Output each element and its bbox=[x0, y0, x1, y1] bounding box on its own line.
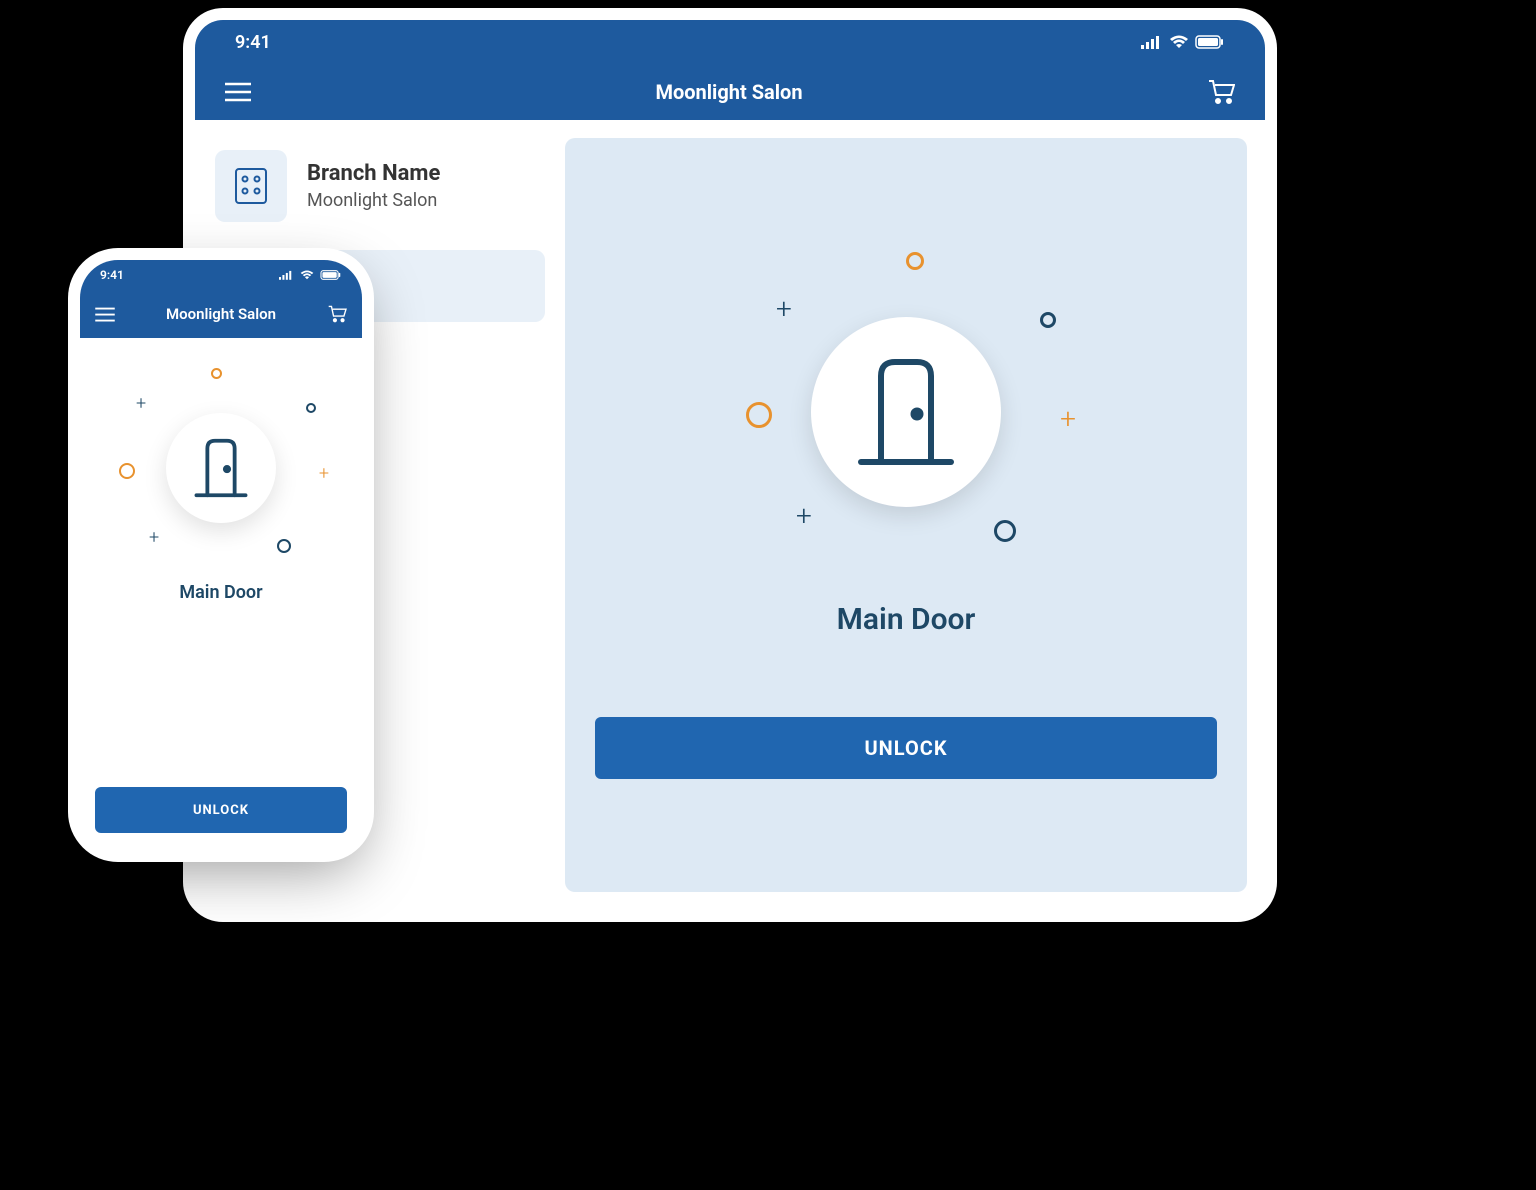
branch-icon-box bbox=[215, 150, 287, 222]
phone-status-bar: 9:41 bbox=[80, 260, 362, 290]
status-bar: 9:41 bbox=[195, 20, 1265, 64]
menu-button[interactable] bbox=[95, 307, 115, 322]
phone-header: Moonlight Salon bbox=[80, 290, 362, 338]
status-time: 9:41 bbox=[100, 268, 124, 282]
status-icons bbox=[279, 270, 342, 280]
branch-label: Branch Name bbox=[307, 161, 440, 186]
door-name-label: Main Door bbox=[837, 602, 976, 637]
phone-device: 9:41 Moonlight Salon + + + Main Door bbox=[80, 260, 362, 850]
door-visual: + + + bbox=[111, 368, 331, 568]
branch-text: Branch Name Moonlight Salon bbox=[307, 161, 440, 211]
door-visual: + + + bbox=[736, 252, 1076, 572]
unlock-button[interactable]: UNLOCK bbox=[95, 787, 347, 833]
battery-icon bbox=[320, 270, 342, 280]
hamburger-icon bbox=[95, 307, 115, 322]
decoration-plus-icon: + bbox=[776, 292, 792, 325]
status-icons bbox=[1141, 35, 1225, 49]
main-panel: + + + Main Door UNLOCK bbox=[565, 138, 1247, 892]
hamburger-icon bbox=[225, 82, 251, 102]
app-header: Moonlight Salon bbox=[195, 64, 1265, 120]
door-circle bbox=[811, 317, 1001, 507]
decoration-ring-icon bbox=[119, 463, 135, 479]
decoration-plus-icon: + bbox=[136, 393, 146, 414]
decoration-ring-icon bbox=[306, 403, 316, 413]
decoration-plus-icon: + bbox=[796, 499, 812, 532]
app-title: Moonlight Salon bbox=[655, 80, 802, 104]
signal-icon bbox=[279, 270, 294, 280]
decoration-ring-icon bbox=[906, 252, 924, 270]
decoration-ring-icon bbox=[277, 539, 291, 553]
decoration-ring-icon bbox=[211, 368, 222, 379]
decoration-ring-icon bbox=[1040, 312, 1056, 328]
decoration-ring-icon bbox=[746, 402, 772, 428]
door-icon bbox=[191, 435, 251, 501]
cart-icon bbox=[1207, 79, 1235, 105]
cart-button[interactable] bbox=[1207, 79, 1235, 105]
unlock-button[interactable]: UNLOCK bbox=[595, 717, 1217, 779]
cart-button[interactable] bbox=[327, 305, 347, 323]
door-circle bbox=[166, 413, 276, 523]
decoration-plus-icon: + bbox=[149, 527, 159, 548]
decoration-ring-icon bbox=[994, 520, 1016, 542]
app-title: Moonlight Salon bbox=[166, 305, 276, 323]
decoration-plus-icon: + bbox=[319, 463, 329, 484]
branch-value: Moonlight Salon bbox=[307, 190, 440, 211]
battery-icon bbox=[1195, 35, 1225, 49]
wifi-icon bbox=[300, 270, 314, 280]
building-icon bbox=[234, 167, 268, 205]
branch-info: Branch Name Moonlight Salon bbox=[195, 140, 565, 232]
phone-body: + + + Main Door UNLOCK bbox=[80, 338, 362, 848]
status-time: 9:41 bbox=[235, 32, 271, 53]
wifi-icon bbox=[1169, 35, 1189, 49]
menu-button[interactable] bbox=[225, 82, 251, 102]
door-name-label: Main Door bbox=[179, 582, 262, 603]
signal-icon bbox=[1141, 35, 1163, 49]
door-icon bbox=[851, 352, 961, 472]
cart-icon bbox=[327, 305, 347, 323]
decoration-plus-icon: + bbox=[1060, 402, 1076, 435]
